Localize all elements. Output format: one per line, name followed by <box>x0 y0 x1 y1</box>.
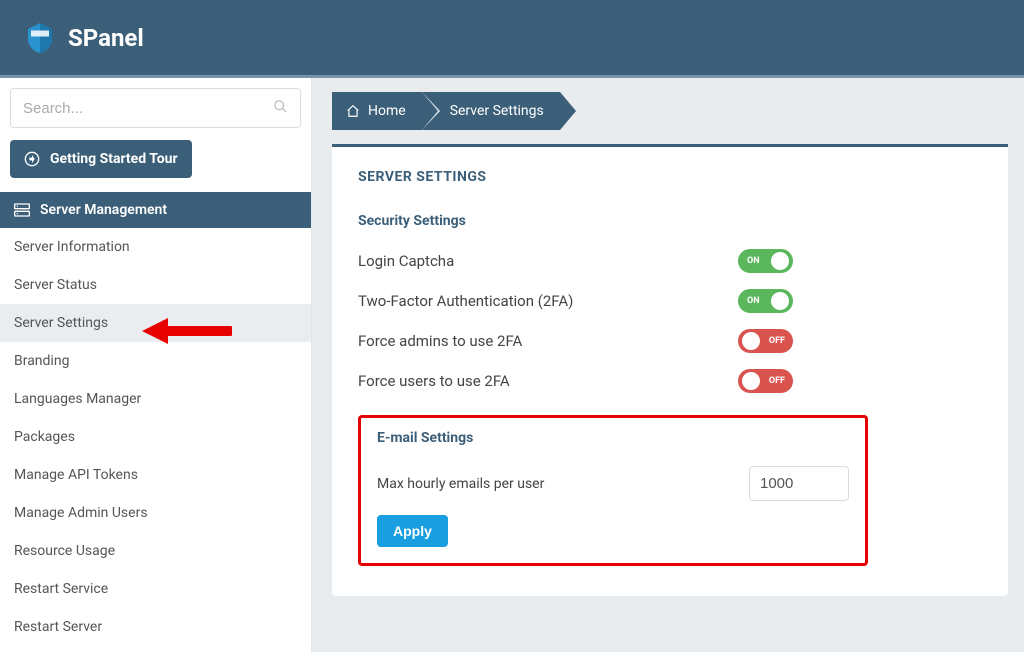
content-area: Home Server Settings SERVER SETTINGS Sec… <box>312 78 1024 652</box>
sidebar-item-label: Server Status <box>14 277 97 293</box>
toggle-knob <box>742 372 760 390</box>
toggle-text: ON <box>747 296 760 306</box>
nav-section-header[interactable]: Server Management <box>0 192 311 228</box>
sidebar-item-packages[interactable]: Packages <box>0 418 311 456</box>
sidebar-item-label: Languages Manager <box>14 391 141 407</box>
setting-label: Two-Factor Authentication (2FA) <box>358 292 738 310</box>
setting-label: Login Captcha <box>358 252 738 270</box>
nav-section-label: Server Management <box>40 202 167 218</box>
sidebar-item-manage-api-tokens[interactable]: Manage API Tokens <box>0 456 311 494</box>
sidebar-item-server-status[interactable]: Server Status <box>0 266 311 304</box>
home-icon <box>346 104 360 118</box>
sidebar-item-label: Resource Usage <box>14 543 115 559</box>
sidebar-item-label: Packages <box>14 429 75 445</box>
spanel-logo-icon <box>22 20 58 56</box>
sidebar-item-label: Branding <box>14 353 69 369</box>
breadcrumb-current-label: Server Settings <box>450 103 544 119</box>
sidebar-item-languages-manager[interactable]: Languages Manager <box>0 380 311 418</box>
search-input[interactable] <box>23 100 273 117</box>
setting-row-max-hourly-emails: Max hourly emails per user <box>377 458 849 515</box>
breadcrumb: Home Server Settings <box>332 92 1008 130</box>
setting-row-force-admins-2fa: Force admins to use 2FA OFF <box>358 321 982 361</box>
sidebar-item-label: Manage Admin Users <box>14 505 148 521</box>
sidebar-item-server-settings[interactable]: Server Settings <box>0 304 311 342</box>
search-icon <box>273 99 288 118</box>
breadcrumb-home[interactable]: Home <box>332 92 422 130</box>
panel-title: SERVER SETTINGS <box>358 169 982 185</box>
sidebar: Getting Started Tour Server Management S… <box>0 78 312 652</box>
sidebar-item-restart-server[interactable]: Restart Server <box>0 608 311 646</box>
setting-label: Force users to use 2FA <box>358 372 738 390</box>
setting-row-2fa: Two-Factor Authentication (2FA) ON <box>358 281 982 321</box>
sidebar-item-label: Restart Service <box>14 581 108 597</box>
sidebar-item-restart-service[interactable]: Restart Service <box>0 570 311 608</box>
sidebar-item-label: Server Information <box>14 239 130 255</box>
sidebar-item-label: Manage API Tokens <box>14 467 138 483</box>
toggle-login-captcha[interactable]: ON <box>738 249 793 273</box>
rocket-icon <box>24 151 40 167</box>
security-section-title: Security Settings <box>358 213 982 229</box>
search-box[interactable] <box>10 88 301 128</box>
toggle-text: OFF <box>769 376 785 386</box>
toggle-knob <box>771 292 789 310</box>
sidebar-item-label: Server Settings <box>14 315 108 331</box>
logo: SPanel <box>22 20 144 56</box>
toggle-text: ON <box>747 256 760 266</box>
sidebar-item-resource-usage[interactable]: Resource Usage <box>0 532 311 570</box>
app-header: SPanel <box>0 0 1024 78</box>
setting-row-login-captcha: Login Captcha ON <box>358 241 982 281</box>
email-section-title: E-mail Settings <box>377 430 849 446</box>
tour-label: Getting Started Tour <box>50 151 178 167</box>
sidebar-item-label: Restart Server <box>14 619 102 635</box>
server-icon <box>14 203 30 217</box>
toggle-knob <box>742 332 760 350</box>
setting-label: Max hourly emails per user <box>377 476 544 492</box>
toggle-text: OFF <box>769 336 785 346</box>
sidebar-item-server-information[interactable]: Server Information <box>0 228 311 266</box>
getting-started-tour-button[interactable]: Getting Started Tour <box>10 140 192 178</box>
toggle-2fa[interactable]: ON <box>738 289 793 313</box>
settings-panel: SERVER SETTINGS Security Settings Login … <box>332 144 1008 596</box>
max-hourly-emails-input[interactable] <box>749 466 849 501</box>
toggle-force-admins-2fa[interactable]: OFF <box>738 329 793 353</box>
toggle-knob <box>771 252 789 270</box>
email-settings-highlight: E-mail Settings Max hourly emails per us… <box>358 415 868 566</box>
apply-button[interactable]: Apply <box>377 515 448 547</box>
sidebar-item-branding[interactable]: Branding <box>0 342 311 380</box>
sidebar-item-manage-admin-users[interactable]: Manage Admin Users <box>0 494 311 532</box>
breadcrumb-home-label: Home <box>368 103 406 119</box>
setting-row-force-users-2fa: Force users to use 2FA OFF <box>358 361 982 401</box>
app-name: SPanel <box>68 24 144 52</box>
nav: Server Management Server Information Ser… <box>10 192 301 646</box>
toggle-force-users-2fa[interactable]: OFF <box>738 369 793 393</box>
setting-label: Force admins to use 2FA <box>358 332 738 350</box>
breadcrumb-current[interactable]: Server Settings <box>422 92 560 130</box>
